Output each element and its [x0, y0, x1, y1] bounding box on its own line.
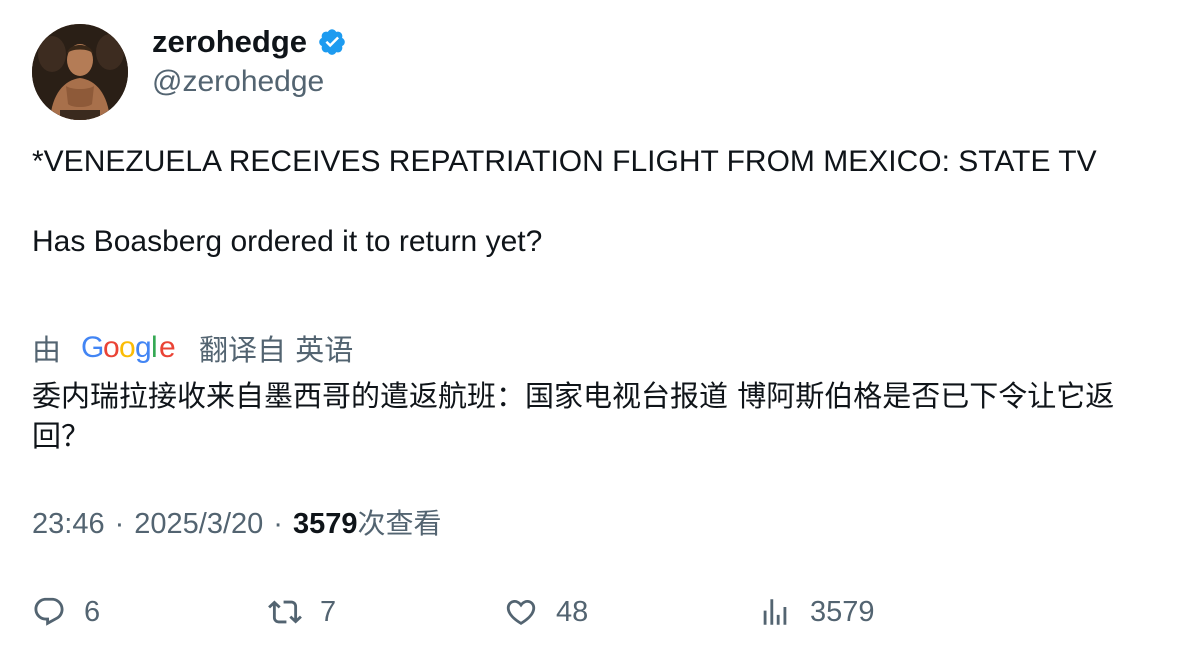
- google-logo-letter: l: [151, 331, 158, 364]
- avatar-image: [32, 24, 128, 120]
- translated-text: 委内瑞拉接收来自墨西哥的遣返航班：国家电视台报道 博阿斯伯格是否已下令让它返回？: [32, 379, 1115, 453]
- action-bar: 6 7 48 3579: [32, 590, 1162, 634]
- tweet-text: *VENEZUELA RECEIVES REPATRIATION FLIGHT …: [32, 142, 1162, 262]
- views-action-count: 3579: [810, 595, 875, 628]
- translated-by-label: 由: [32, 333, 62, 367]
- tweet-time[interactable]: 23:46: [32, 504, 105, 544]
- verified-badge-icon: [317, 27, 347, 57]
- views-button[interactable]: 3579: [758, 590, 875, 634]
- google-logo-letter: g: [135, 331, 152, 364]
- google-logo-letter: o: [119, 331, 136, 364]
- views-label: 次查看: [357, 507, 442, 540]
- reply-icon: [34, 597, 64, 626]
- translated-from-label: 翻译自 英语: [199, 333, 354, 367]
- google-logo-letter: e: [159, 331, 176, 364]
- tweet-text-line: *VENEZUELA RECEIVES REPATRIATION FLIGHT …: [32, 145, 1097, 178]
- tweet-date[interactable]: 2025/3/20: [134, 504, 263, 544]
- tweet-metadata: 23:46 · 2025/3/20 · 3579 次查看: [32, 504, 441, 544]
- heart-icon: [506, 599, 536, 625]
- meta-separator: ·: [114, 508, 125, 540]
- views-chart-icon: [763, 599, 787, 625]
- author-handle[interactable]: @zerohedge: [152, 62, 324, 102]
- views-count: 3579: [292, 508, 358, 540]
- avatar[interactable]: [32, 24, 128, 120]
- google-logo-letter: G: [81, 331, 104, 364]
- retweet-button[interactable]: 7: [268, 590, 336, 634]
- tweet-text-line: Has Boasberg ordered it to return yet?: [32, 225, 543, 258]
- reply-count: 6: [84, 595, 101, 628]
- translation-attribution: 由 Google 翻译自 英语: [32, 328, 353, 368]
- author-display-name-row[interactable]: zerohedge: [152, 22, 347, 62]
- retweet-icon: [268, 600, 302, 624]
- author-display-name[interactable]: zerohedge: [152, 22, 307, 62]
- meta-separator: ·: [273, 508, 283, 540]
- tweet-card: zerohedge @zerohedge *VENEZUELA RECEIVES…: [0, 0, 1196, 658]
- like-button[interactable]: 48: [504, 590, 588, 634]
- retweet-count: 7: [320, 595, 337, 628]
- google-logo: Google: [81, 331, 179, 365]
- reply-button[interactable]: 6: [32, 590, 100, 634]
- google-logo-letter: o: [103, 331, 120, 364]
- like-count: 48: [556, 595, 589, 628]
